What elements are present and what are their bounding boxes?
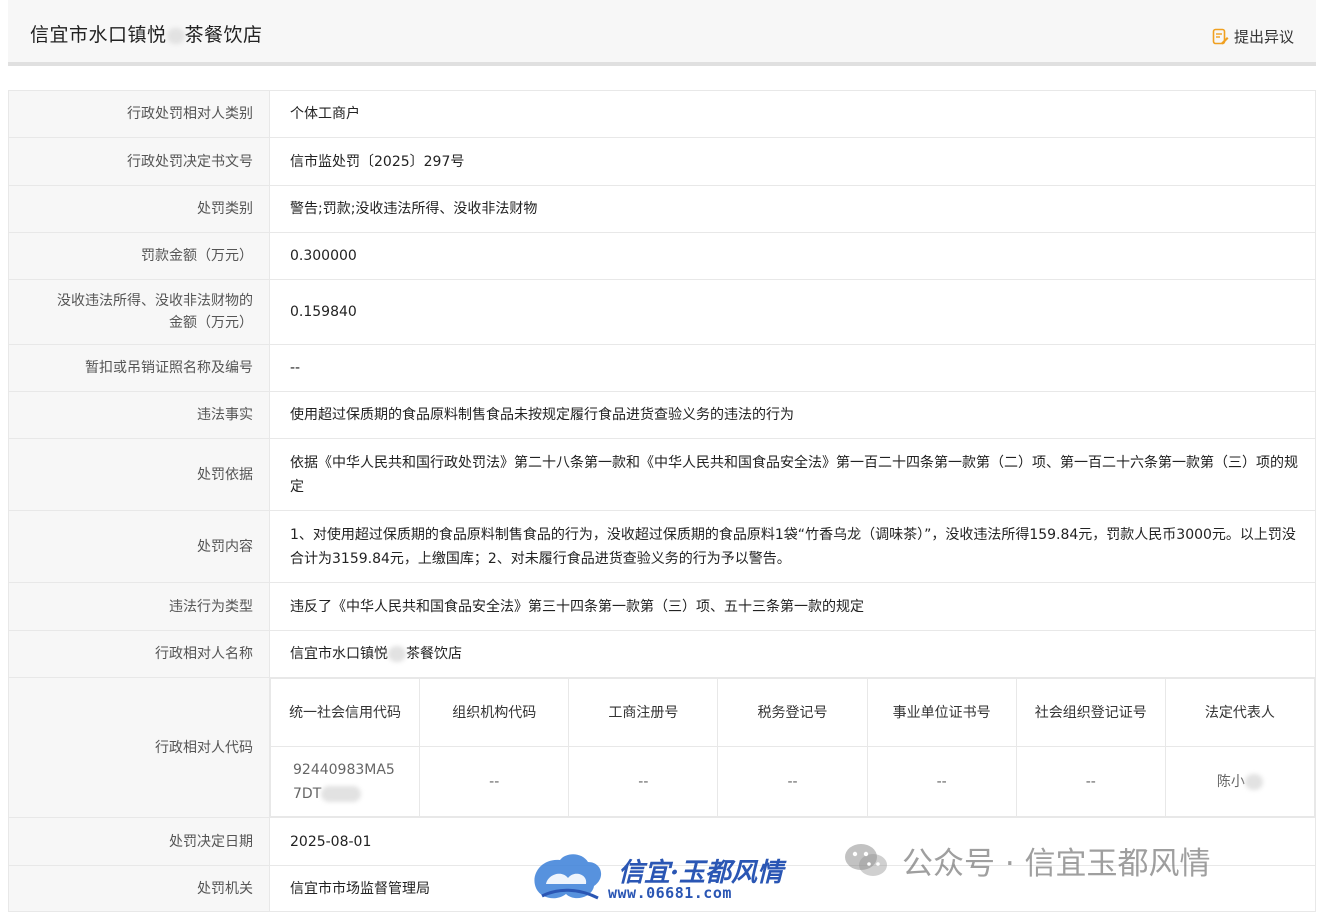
table-row: 行政相对人代码 统一社会信用代码 组织机构代码 工商注册号 税务登记号 事业单位… — [8, 677, 1316, 818]
row-label: 暂扣或吊销证照名称及编号 — [8, 344, 270, 392]
row-value: 信宜市水口镇悦 茶餐饮店 — [269, 630, 1316, 678]
row-value: 信市监处罚〔2025〕297号 — [269, 137, 1316, 186]
row-value: 警告;罚款;没收违法所得、没收非法财物 — [269, 185, 1316, 233]
subject-code-value-row: 92440983MA5 7DT -- -- -- -- -- 陈小 — [269, 746, 1316, 817]
subject-code-table: 统一社会信用代码 组织机构代码 工商注册号 税务登记号 事业单位证书号 社会组织… — [269, 678, 1316, 817]
table-row: 行政处罚相对人类别 个体工商户 — [8, 90, 1316, 138]
header-org-code: 组织机构代码 — [419, 678, 570, 747]
table-row: 行政相对人名称 信宜市水口镇悦 茶餐饮店 — [8, 630, 1316, 678]
header-inst-cert: 事业单位证书号 — [866, 678, 1017, 747]
value-org-code: -- — [419, 746, 570, 817]
row-label: 违法事实 — [8, 391, 270, 439]
subject-code-cell: 统一社会信用代码 组织机构代码 工商注册号 税务登记号 事业单位证书号 社会组织… — [269, 677, 1316, 818]
value-soc-org: -- — [1015, 746, 1166, 817]
redaction-mark — [321, 785, 362, 802]
row-label: 行政处罚相对人类别 — [8, 90, 270, 138]
page-title: 信宜市水口镇悦 茶餐饮店 — [30, 24, 263, 46]
value-legal-rep: 陈小 — [1164, 746, 1316, 817]
table-row: 处罚内容 1、对使用超过保质期的食品原料制售食品的行为，没收超过保质期的食品原料… — [8, 510, 1316, 583]
header-tax-reg: 税务登记号 — [717, 678, 868, 747]
brand-watermark: 信宜·玉都风情 www.06681.com — [528, 848, 798, 908]
row-label: 没收违法所得、没收非法财物的 金额（万元） — [8, 279, 270, 345]
row-value: 0.300000 — [269, 232, 1316, 280]
row-value: -- — [269, 344, 1316, 392]
table-row: 处罚依据 依据《中华人民共和国行政处罚法》第二十八条第一款和《中华人民共和国食品… — [8, 438, 1316, 511]
redaction-mark — [1244, 773, 1263, 790]
value-biz-reg: -- — [568, 746, 719, 817]
row-label: 行政相对人代码 — [8, 677, 270, 818]
row-value: 依据《中华人民共和国行政处罚法》第二十八条第一款和《中华人民共和国食品安全法》第… — [269, 438, 1316, 511]
penalty-detail-table: 行政处罚相对人类别 个体工商户 行政处罚决定书文号 信市监处罚〔2025〕297… — [8, 90, 1316, 912]
value-inst-cert: -- — [866, 746, 1017, 817]
value-tax-reg: -- — [717, 746, 868, 817]
row-label: 处罚依据 — [8, 438, 270, 511]
row-value: 1、对使用超过保质期的食品原料制售食品的行为，没收超过保质期的食品原料1袋“竹香… — [269, 510, 1316, 583]
row-label: 罚款金额（万元） — [8, 232, 270, 280]
header-soc-org: 社会组织登记证号 — [1015, 678, 1166, 747]
table-row: 违法行为类型 违反了《中华人民共和国食品安全法》第三十四条第一款第（三）项、五十… — [8, 582, 1316, 631]
brand-logo-icon — [534, 854, 602, 900]
row-label: 处罚机关 — [8, 865, 270, 912]
wechat-account-text: 公众号 · 信宜玉都风情 — [902, 845, 1211, 882]
objection-button[interactable]: 提出异议 — [1212, 26, 1294, 47]
table-row: 行政处罚决定书文号 信市监处罚〔2025〕297号 — [8, 137, 1316, 186]
row-value: 0.159840 — [269, 279, 1316, 345]
objection-icon — [1212, 28, 1229, 44]
redaction-mark — [166, 27, 185, 44]
page-header: 信宜市水口镇悦 茶餐饮店 提出异议 — [8, 0, 1316, 66]
table-row: 罚款金额（万元） 0.300000 — [8, 232, 1316, 280]
brand-url: www.06681.com — [608, 884, 732, 902]
header-biz-reg: 工商注册号 — [568, 678, 719, 747]
row-label: 处罚决定日期 — [8, 817, 270, 866]
redaction-mark — [388, 646, 406, 662]
row-label: 行政相对人名称 — [8, 630, 270, 678]
wechat-watermark: 公众号 · 信宜玉都风情 — [842, 840, 1211, 882]
table-row: 处罚类别 警告;罚款;没收违法所得、没收非法财物 — [8, 185, 1316, 233]
row-label: 行政处罚决定书文号 — [8, 137, 270, 186]
subject-code-header-row: 统一社会信用代码 组织机构代码 工商注册号 税务登记号 事业单位证书号 社会组织… — [269, 678, 1316, 747]
row-value: 违反了《中华人民共和国食品安全法》第三十四条第一款第（三）项、五十三条第一款的规… — [269, 582, 1316, 631]
row-label: 处罚内容 — [8, 510, 270, 583]
row-label: 违法行为类型 — [8, 582, 270, 631]
objection-label[interactable]: 提出异议 — [1234, 26, 1294, 47]
wechat-icon — [845, 844, 887, 876]
table-row: 暂扣或吊销证照名称及编号 -- — [8, 344, 1316, 392]
row-value: 个体工商户 — [269, 90, 1316, 138]
header-uscc: 统一社会信用代码 — [269, 678, 421, 747]
row-value: 使用超过保质期的食品原料制售食品未按规定履行食品进货查验义务的违法的行为 — [269, 391, 1316, 439]
header-legal-rep: 法定代表人 — [1164, 678, 1316, 747]
value-uscc: 92440983MA5 7DT — [269, 746, 421, 817]
table-row: 没收违法所得、没收非法财物的 金额（万元） 0.159840 — [8, 279, 1316, 345]
table-row: 违法事实 使用超过保质期的食品原料制售食品未按规定履行食品进货查验义务的违法的行… — [8, 391, 1316, 439]
row-label: 处罚类别 — [8, 185, 270, 233]
